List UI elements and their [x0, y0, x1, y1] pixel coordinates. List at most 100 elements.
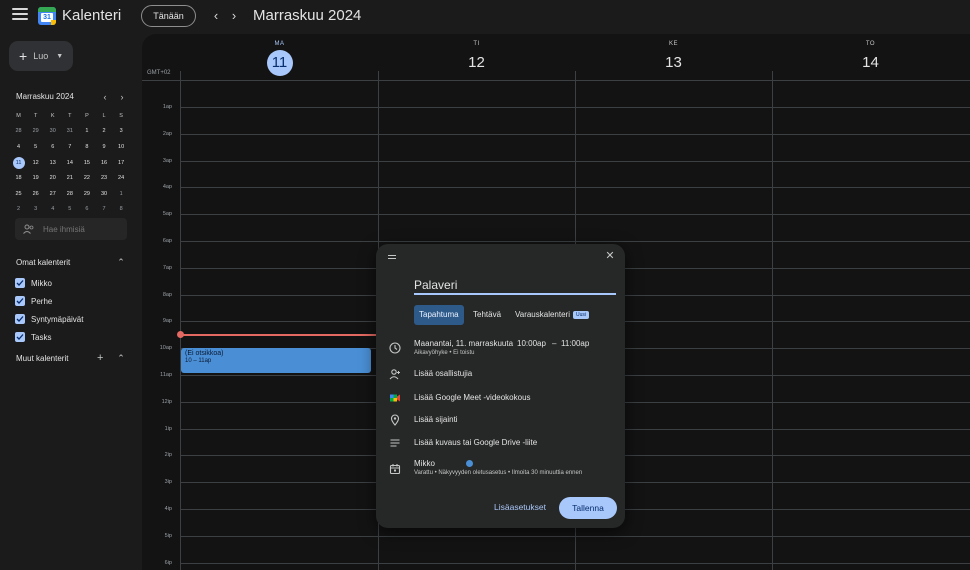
day-number[interactable]: 14	[858, 50, 884, 76]
mini-day[interactable]: 30	[95, 186, 112, 202]
tab-event[interactable]: Tapahtuma	[414, 305, 464, 325]
tab-task[interactable]: Tehtävä	[468, 305, 506, 325]
search-people-box[interactable]	[15, 218, 127, 240]
calendar-item-tasks[interactable]: Tasks	[15, 331, 51, 343]
hour-label: 3ip	[164, 479, 172, 486]
hour-label: 4ap	[162, 184, 172, 191]
mini-day[interactable]: 12	[27, 155, 44, 171]
hour-label: 2ap	[162, 130, 172, 137]
search-people-input[interactable]	[43, 224, 113, 234]
mini-day[interactable]: 19	[27, 170, 44, 186]
plus-icon: +	[19, 48, 28, 64]
mini-day[interactable]: 4	[10, 139, 27, 155]
mini-day[interactable]: 1	[113, 186, 130, 202]
plus-icon: +	[97, 352, 104, 364]
mini-day-number: 10	[118, 143, 125, 150]
mini-day[interactable]: 3	[113, 124, 130, 140]
event-title-input[interactable]	[414, 277, 616, 295]
mini-day[interactable]: 9	[95, 139, 112, 155]
calendar-item-perhe[interactable]: Perhe	[15, 295, 52, 307]
checkbox-checked[interactable]	[15, 332, 25, 342]
owner-calendar[interactable]: Mikko	[414, 459, 435, 468]
mini-day-number: 7	[68, 143, 72, 150]
calendar-color-dot	[466, 460, 473, 467]
mini-day[interactable]: 28	[10, 124, 27, 140]
event-date[interactable]: Maanantai, 11. marraskuuta	[414, 339, 513, 348]
next-week-button[interactable]: ›	[227, 8, 241, 24]
my-calendars-title[interactable]: Omat kalenterit	[16, 258, 70, 267]
collapse-other-calendars-button[interactable]: ⌃	[115, 353, 127, 364]
mini-day[interactable]: 21	[61, 170, 78, 186]
tab-booking-calendar[interactable]: Varauskalenteri Uusi	[510, 305, 594, 325]
mini-day[interactable]: 6	[44, 139, 61, 155]
mini-day[interactable]: 14	[61, 155, 78, 171]
timezone-repeat-info[interactable]: Aikavyöhyke • Ei toistu	[414, 350, 474, 356]
mini-day-number: 12	[32, 159, 39, 166]
calendar-item-birthdays[interactable]: Syntymäpäivät	[15, 313, 83, 325]
other-calendars-title[interactable]: Muut kalenterit	[16, 354, 68, 363]
day-number[interactable]: 13	[661, 50, 687, 76]
checkbox-checked[interactable]	[15, 296, 25, 306]
mini-day[interactable]: 1	[78, 124, 95, 140]
calendar-name: Mikko	[31, 278, 52, 288]
mini-day[interactable]: 15	[78, 155, 95, 171]
close-dialog-button[interactable]: ✕	[604, 250, 616, 262]
event-start-time[interactable]: 10:00ap	[517, 339, 546, 348]
mini-day[interactable]: 10	[113, 139, 130, 155]
mini-day[interactable]: 22	[78, 170, 95, 186]
mini-day[interactable]: 25	[10, 186, 27, 202]
mini-day[interactable]: 7	[61, 139, 78, 155]
drag-handle-icon[interactable]	[388, 255, 396, 261]
mini-day[interactable]: 23	[95, 170, 112, 186]
mini-day[interactable]: 29	[27, 124, 44, 140]
mini-day[interactable]: 17	[113, 155, 130, 171]
mini-day[interactable]: 20	[44, 170, 61, 186]
mini-day[interactable]: 30	[44, 124, 61, 140]
mini-day[interactable]: 16	[95, 155, 112, 171]
owner-settings[interactable]: Varattu • Näkyvyyden oletusasetus • Ilmo…	[414, 470, 582, 476]
mini-day[interactable]: 2	[10, 202, 27, 218]
mini-day[interactable]: 2	[95, 124, 112, 140]
mini-day[interactable]: 31	[61, 124, 78, 140]
calendar-item-mikko[interactable]: Mikko	[15, 277, 52, 289]
mini-day[interactable]: 8	[113, 202, 130, 218]
mini-day-selected[interactable]: 11	[10, 155, 27, 171]
add-other-calendar-button[interactable]: +	[97, 352, 103, 364]
checkbox-checked[interactable]	[15, 278, 25, 288]
more-options-button[interactable]: Lisäasetukset	[494, 502, 546, 512]
mini-day[interactable]: 24	[113, 170, 130, 186]
mini-day[interactable]: 28	[61, 186, 78, 202]
create-button[interactable]: + Luo ▼	[9, 41, 73, 71]
mini-day[interactable]: 13	[44, 155, 61, 171]
mini-prev-month-button[interactable]: ‹	[99, 91, 111, 103]
mini-day[interactable]: 8	[78, 139, 95, 155]
collapse-my-calendars-button[interactable]: ⌃	[115, 257, 127, 268]
mini-day[interactable]: 4	[44, 202, 61, 218]
mini-next-month-button[interactable]: ›	[116, 91, 128, 103]
add-description-button[interactable]: Lisää kuvaus tai Google Drive -liite	[414, 438, 537, 447]
mini-day[interactable]: 27	[44, 186, 61, 202]
add-guests-button[interactable]: Lisää osallistujia	[414, 369, 472, 378]
mini-day[interactable]: 26	[27, 186, 44, 202]
mini-day[interactable]: 5	[27, 139, 44, 155]
today-button[interactable]: Tänään	[141, 5, 196, 27]
create-label: Luo	[33, 51, 49, 61]
add-meet-button[interactable]: Lisää Google Meet -videokokous	[414, 393, 531, 402]
checkbox-checked[interactable]	[15, 314, 25, 324]
previous-week-button[interactable]: ‹	[209, 8, 223, 24]
event-end-time[interactable]: 11:00ap	[561, 339, 589, 348]
mini-day[interactable]: 5	[61, 202, 78, 218]
add-location-button[interactable]: Lisää sijainti	[414, 415, 458, 424]
mini-day[interactable]: 6	[78, 202, 95, 218]
mini-day[interactable]: 29	[78, 186, 95, 202]
save-button[interactable]: Tallenna	[559, 497, 617, 519]
main-menu-button[interactable]	[12, 8, 28, 22]
mini-day[interactable]: 18	[10, 170, 27, 186]
mini-day[interactable]: 7	[95, 202, 112, 218]
day-number[interactable]: 12	[464, 50, 490, 76]
day-number[interactable]: 11	[266, 50, 293, 76]
hour-label: 1ip	[164, 425, 172, 432]
mini-day[interactable]: 3	[27, 202, 44, 218]
hour-label: 6ip	[164, 559, 172, 566]
calendar-event[interactable]: (Ei otsikkoa) 10 – 11ap	[181, 348, 371, 373]
